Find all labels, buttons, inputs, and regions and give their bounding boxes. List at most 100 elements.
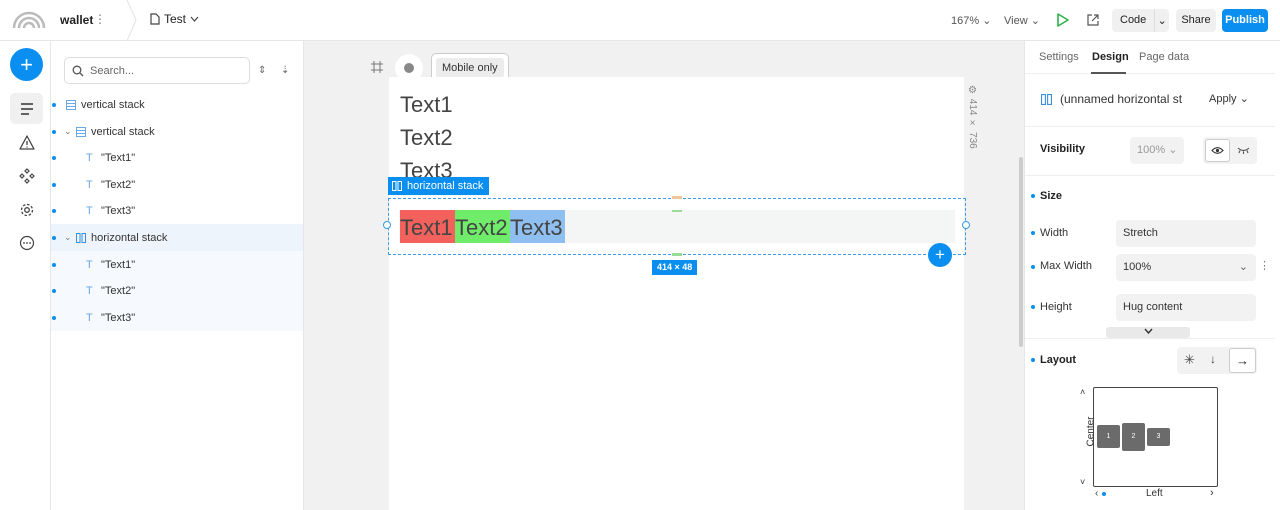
hstack-text-1[interactable]: Text1 bbox=[400, 210, 455, 243]
resize-handle-right[interactable] bbox=[962, 221, 970, 229]
navigator-icon[interactable] bbox=[10, 93, 43, 124]
chevron-up-icon[interactable]: ˄ bbox=[1080, 387, 1085, 397]
collapse-all-icon[interactable]: ⇣ bbox=[281, 65, 289, 76]
vertical-stack-icon bbox=[76, 126, 86, 137]
resize-handle-left[interactable] bbox=[383, 221, 391, 229]
visibility-label: Visibility bbox=[1040, 143, 1086, 155]
section-dot bbox=[1031, 194, 1035, 198]
add-after-button[interactable]: + bbox=[928, 243, 952, 267]
canvas-text-1[interactable]: Text1 bbox=[400, 92, 453, 118]
external-link-icon[interactable] bbox=[1086, 13, 1100, 27]
settings-gear-icon[interactable] bbox=[10, 194, 43, 225]
eye-icon[interactable] bbox=[1205, 139, 1230, 162]
search-box[interactable] bbox=[64, 57, 250, 84]
tab-indicator bbox=[1091, 72, 1126, 74]
component-name[interactable]: (unnamed horizontal st bbox=[1060, 92, 1182, 106]
text-icon: T bbox=[86, 204, 93, 217]
tab-settings[interactable]: Settings bbox=[1039, 51, 1079, 63]
chevron-down-icon: ⌄ bbox=[1238, 261, 1248, 273]
view-menu[interactable]: View ⌄ bbox=[1004, 14, 1040, 27]
frame-tool-icon[interactable] bbox=[371, 61, 383, 73]
navigator-panel: ⇕ ⇣ vertical stack ⌄ vertical stack T "T… bbox=[51, 41, 304, 510]
text-icon: T bbox=[86, 178, 93, 191]
chevron-right-icon[interactable]: › bbox=[1210, 487, 1214, 499]
property-dot bbox=[1031, 231, 1035, 235]
tree-row-text[interactable]: T "Text2" bbox=[51, 171, 303, 198]
mobile-only-label: Mobile only bbox=[436, 57, 504, 78]
tree-row-text[interactable]: T "Text3" bbox=[51, 304, 303, 331]
expand-size-button[interactable] bbox=[1106, 327, 1190, 338]
tab-page-data[interactable]: Page data bbox=[1139, 51, 1189, 63]
tab-design[interactable]: Design bbox=[1092, 51, 1129, 63]
visibility-opacity-select[interactable]: 100% ⌄ bbox=[1130, 137, 1184, 164]
chevron-down-icon[interactable]: ⌄ bbox=[64, 126, 72, 137]
breadcrumb-separator bbox=[126, 0, 137, 41]
logo-icon[interactable] bbox=[12, 9, 46, 29]
project-name[interactable]: wallet bbox=[60, 13, 93, 27]
code-button[interactable]: Code ⌄ bbox=[1112, 9, 1169, 32]
play-icon[interactable] bbox=[1056, 12, 1070, 28]
tree-dot bbox=[52, 288, 56, 293]
more-vertical-icon[interactable]: ⋮ bbox=[1259, 259, 1270, 272]
chevron-down-icon[interactable]: ⌄ bbox=[64, 232, 72, 243]
apply-menu[interactable]: Apply ⌄ bbox=[1209, 92, 1249, 105]
components-icon[interactable] bbox=[10, 160, 43, 191]
chevron-left-icon[interactable]: ‹ bbox=[1095, 488, 1098, 499]
wrap-icon[interactable]: ✳ bbox=[1184, 352, 1195, 368]
tree-row-label: vertical stack bbox=[81, 98, 145, 111]
page-selector[interactable]: Test bbox=[150, 12, 199, 26]
tree-row-vertical-stack[interactable]: vertical stack bbox=[51, 91, 303, 118]
warning-icon[interactable] bbox=[10, 127, 43, 158]
max-width-value: 100% bbox=[1123, 261, 1152, 273]
padding-handle-top[interactable] bbox=[672, 196, 682, 199]
tree-dot bbox=[52, 208, 56, 213]
horizontal-align-label[interactable]: Left bbox=[1146, 488, 1163, 499]
chevron-down-icon[interactable]: ⌄ bbox=[1155, 14, 1169, 27]
arrow-down-icon[interactable]: ↓ bbox=[1210, 352, 1216, 366]
search-input[interactable] bbox=[90, 64, 240, 77]
eye-closed-icon[interactable] bbox=[1237, 147, 1250, 154]
share-button[interactable]: Share bbox=[1176, 9, 1216, 32]
height-field[interactable]: Hug content bbox=[1116, 294, 1256, 321]
tree-row-label: vertical stack bbox=[91, 125, 155, 138]
padding-handle-bottom[interactable] bbox=[672, 253, 682, 256]
top-bar: wallet ⋮ Test 167% ⌄ View ⌄ Code ⌄ Share… bbox=[0, 0, 1280, 41]
chevron-down-icon[interactable]: ˅ bbox=[1080, 477, 1085, 487]
project-menu-icon[interactable]: ⋮ bbox=[94, 12, 106, 26]
layout-box-2: 2 bbox=[1122, 423, 1145, 451]
tree-row-vertical-stack[interactable]: ⌄ vertical stack bbox=[51, 118, 303, 145]
view-label: View bbox=[1004, 15, 1028, 27]
tree-dot bbox=[52, 262, 56, 267]
zoom-selector[interactable]: 167% ⌄ bbox=[951, 14, 991, 27]
design-canvas[interactable]: Mobile only ⚙ 414 × 736 Text1 Text2 Text… bbox=[304, 41, 1024, 510]
tree-row-text[interactable]: T "Text3" bbox=[51, 197, 303, 224]
tree-dot bbox=[52, 235, 56, 240]
gap-handle[interactable] bbox=[672, 210, 682, 212]
tree-row-label: "Text3" bbox=[101, 204, 136, 217]
tree-row-horizontal-stack[interactable]: ⌄ horizontal stack bbox=[51, 224, 303, 251]
search-icon bbox=[72, 65, 84, 76]
width-label: Width bbox=[1040, 227, 1069, 239]
text-icon: T bbox=[86, 151, 93, 164]
arrow-right-icon[interactable]: → bbox=[1229, 348, 1256, 373]
canvas-text-2[interactable]: Text2 bbox=[400, 125, 453, 151]
selection-label[interactable]: horizontal stack bbox=[388, 177, 490, 195]
property-dot bbox=[1102, 492, 1106, 496]
tree-row-label: "Text1" bbox=[101, 258, 136, 271]
expand-all-icon[interactable]: ⇕ bbox=[258, 65, 266, 76]
tree-row-text[interactable]: T "Text1" bbox=[51, 251, 303, 278]
tree-row-text[interactable]: T "Text1" bbox=[51, 144, 303, 171]
canvas-scrollbar[interactable] bbox=[1019, 157, 1023, 347]
hstack-text-2[interactable]: Text2 bbox=[455, 210, 510, 243]
hstack-text-3[interactable]: Text3 bbox=[510, 210, 565, 243]
selection-label-text: horizontal stack bbox=[407, 180, 484, 192]
tree-row-label: "Text2" bbox=[101, 284, 136, 297]
more-icon[interactable] bbox=[10, 227, 43, 258]
width-field[interactable]: Stretch bbox=[1116, 220, 1256, 247]
page-frame[interactable] bbox=[389, 77, 964, 510]
add-button[interactable]: + bbox=[10, 48, 43, 81]
max-width-select[interactable]: 100% ⌄ bbox=[1116, 254, 1256, 281]
tree-row-text[interactable]: T "Text2" bbox=[51, 277, 303, 304]
publish-button[interactable]: Publish bbox=[1222, 9, 1268, 32]
divider bbox=[1025, 338, 1275, 339]
